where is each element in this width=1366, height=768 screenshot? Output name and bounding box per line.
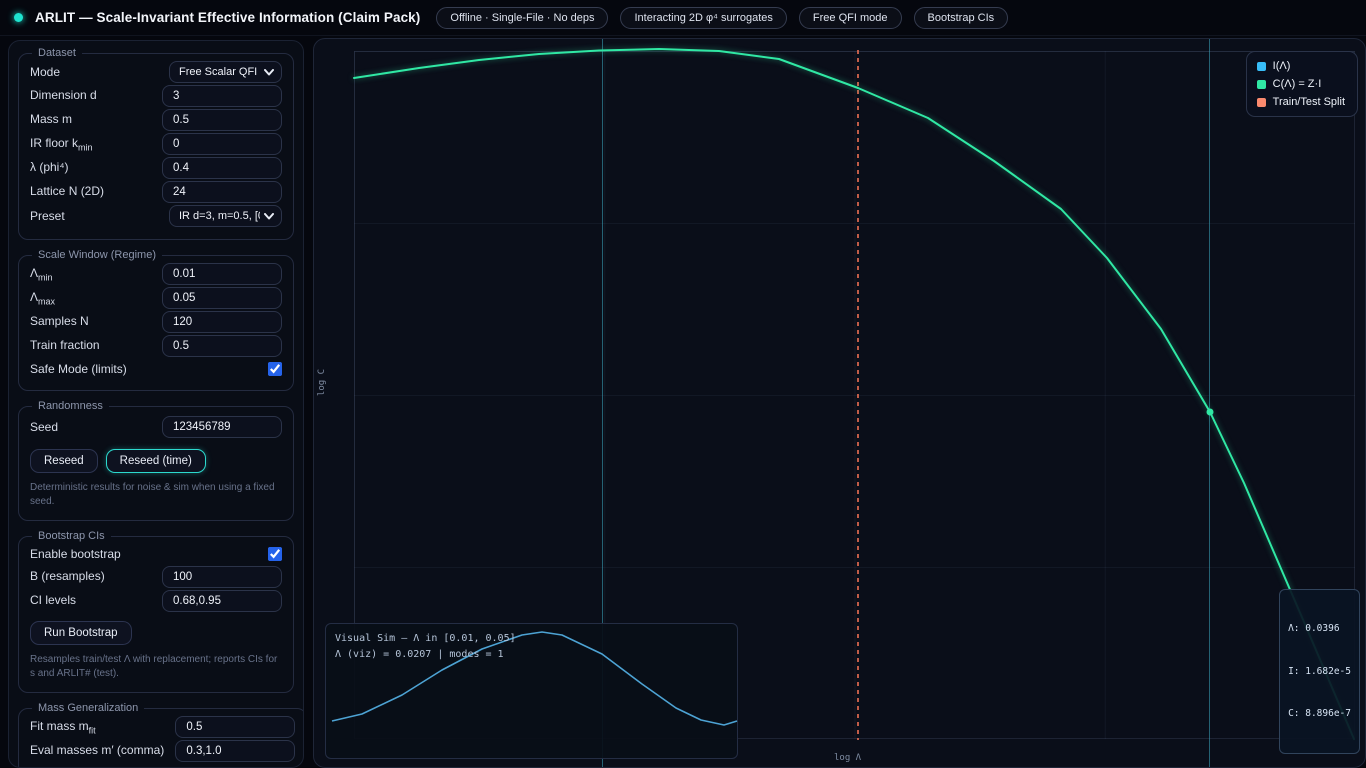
- sidebar: Dataset Mode Free Scalar QFI (Int Dimens…: [8, 40, 304, 768]
- section-randomness-legend: Randomness: [38, 400, 103, 412]
- tooltip-c: C: 8.896e-7: [1288, 708, 1351, 720]
- section-scale-window-legend: Scale Window (Regime): [38, 249, 156, 261]
- mode-label: Mode: [30, 65, 61, 79]
- lattice-n-input[interactable]: [162, 181, 282, 203]
- enable-bootstrap-label: Enable bootstrap: [30, 547, 121, 561]
- badge-bootstrap: Bootstrap CIs: [913, 6, 1009, 29]
- hover-tooltip: Λ: 0.0396 I: 1.682e-5 C: 8.896e-7: [1279, 589, 1360, 754]
- mass-m-input[interactable]: [162, 109, 282, 131]
- badge-offline: Offline · Single-File · No deps: [436, 6, 609, 29]
- visual-sim-inset: Visual Sim — Λ in [0.01, 0.05] Λ (viz) = …: [325, 623, 738, 759]
- preset-select[interactable]: IR d=3, m=0.5, [0.0: [169, 205, 282, 227]
- safe-mode-checkbox[interactable]: [268, 361, 282, 376]
- bootstrap-note: Resamples train/test Λ with replacement;…: [30, 654, 278, 679]
- ir-floor-input[interactable]: [162, 133, 282, 155]
- train-fraction-label: Train fraction: [30, 337, 100, 352]
- enable-bootstrap-checkbox[interactable]: [268, 547, 282, 561]
- inset-title: Visual Sim — Λ in [0.01, 0.05] Λ (viz) = …: [335, 633, 516, 660]
- hover-crosshair-line: [1209, 39, 1210, 767]
- legend-swatch-blue: [1256, 61, 1266, 71]
- y-axis-label: log C: [317, 369, 327, 397]
- lambda-max-label: Λmax: [30, 289, 56, 307]
- lambda-max-input[interactable]: [162, 287, 282, 309]
- legend-swatch-salmon: [1256, 97, 1266, 107]
- badge-qfi-mode: Free QFI mode: [798, 6, 902, 29]
- x-axis-label: log Λ: [834, 753, 862, 763]
- section-mass-generalization-legend: Mass Generalization: [38, 702, 139, 714]
- samples-n-label: Samples N: [30, 313, 89, 328]
- section-mass-generalization: Mass Generalization Fit mass mfit Eval m…: [18, 702, 303, 767]
- run-bootstrap-button[interactable]: Run Bootstrap: [30, 621, 132, 645]
- seed-input[interactable]: [162, 416, 282, 438]
- dimension-d-input[interactable]: [162, 85, 282, 107]
- train-fraction-input[interactable]: [162, 335, 282, 357]
- chevron-down-icon: [264, 212, 274, 219]
- app-header: ARLIT — Scale-Invariant Effective Inform…: [0, 0, 1366, 36]
- lambda-min-input[interactable]: [162, 263, 282, 285]
- eval-masses-label: Eval masses m′ (comma): [30, 742, 165, 757]
- fit-mass-label: Fit mass mfit: [30, 718, 96, 736]
- status-dot-icon: [14, 13, 23, 22]
- samples-n-input[interactable]: [162, 311, 282, 333]
- chart-card: I(Λ) C(Λ) = Z·I Train/Test Split log C l…: [313, 38, 1366, 768]
- reseed-button[interactable]: Reseed: [30, 449, 98, 473]
- section-randomness: Randomness Seed Reseed Reseed (time) Det…: [18, 400, 294, 521]
- dimension-d-label: Dimension d: [30, 87, 97, 102]
- reseed-time-button[interactable]: Reseed (time): [105, 449, 206, 473]
- legend-label: I(Λ): [1272, 60, 1291, 72]
- fit-mass-input[interactable]: [175, 716, 296, 738]
- lambda-phi4-input[interactable]: [162, 157, 282, 179]
- legend-label: Train/Test Split: [1272, 96, 1345, 108]
- legend-item-c-lambda: C(Λ) = Z·I: [1256, 78, 1345, 90]
- safe-mode-label: Safe Mode (limits): [30, 361, 127, 376]
- app-title: ARLIT — Scale-Invariant Effective Inform…: [35, 10, 421, 25]
- train-test-split-line: [857, 50, 859, 740]
- legend-label: C(Λ) = Z·I: [1272, 78, 1322, 90]
- ci-levels-label: CI levels: [30, 592, 77, 607]
- ir-floor-label: IR floor kmin: [30, 135, 93, 153]
- mass-m-label: Mass m: [30, 111, 72, 126]
- section-dataset-legend: Dataset: [38, 47, 76, 59]
- legend-item-i-lambda: I(Λ): [1256, 60, 1345, 72]
- section-bootstrap-legend: Bootstrap CIs: [38, 530, 105, 542]
- tooltip-lambda: Λ: 0.0396: [1288, 622, 1340, 634]
- randomness-note: Deterministic results for noise & sim wh…: [30, 482, 275, 507]
- b-resamples-input[interactable]: [162, 566, 282, 588]
- b-resamples-label: B (resamples): [30, 568, 105, 583]
- eval-masses-input[interactable]: [175, 740, 296, 762]
- tooltip-i: I: 1.682e-5: [1288, 665, 1351, 677]
- preset-select-value: IR d=3, m=0.5, [0.0: [179, 210, 260, 222]
- mode-select[interactable]: Free Scalar QFI (Int: [169, 61, 282, 83]
- preset-label: Preset: [30, 209, 65, 223]
- legend-swatch-green: [1256, 79, 1266, 89]
- mode-select-value: Free Scalar QFI (Int: [179, 66, 260, 78]
- chevron-down-icon: [264, 68, 274, 75]
- lattice-n-label: Lattice N (2D): [30, 183, 105, 198]
- section-scale-window: Scale Window (Regime) Λmin Λmax Samples …: [18, 249, 294, 391]
- chart-legend: I(Λ) C(Λ) = Z·I Train/Test Split: [1245, 51, 1358, 117]
- section-bootstrap: Bootstrap CIs Enable bootstrap B (resamp…: [18, 530, 294, 693]
- legend-item-split: Train/Test Split: [1256, 96, 1345, 108]
- lambda-min-label: Λmin: [30, 265, 53, 283]
- section-dataset: Dataset Mode Free Scalar QFI (Int Dimens…: [18, 47, 294, 240]
- badge-surrogates: Interacting 2D φ⁴ surrogates: [620, 6, 787, 29]
- ci-levels-input[interactable]: [162, 590, 282, 612]
- seed-label: Seed: [30, 420, 59, 434]
- lambda-phi4-label: λ (phi⁴): [30, 159, 69, 174]
